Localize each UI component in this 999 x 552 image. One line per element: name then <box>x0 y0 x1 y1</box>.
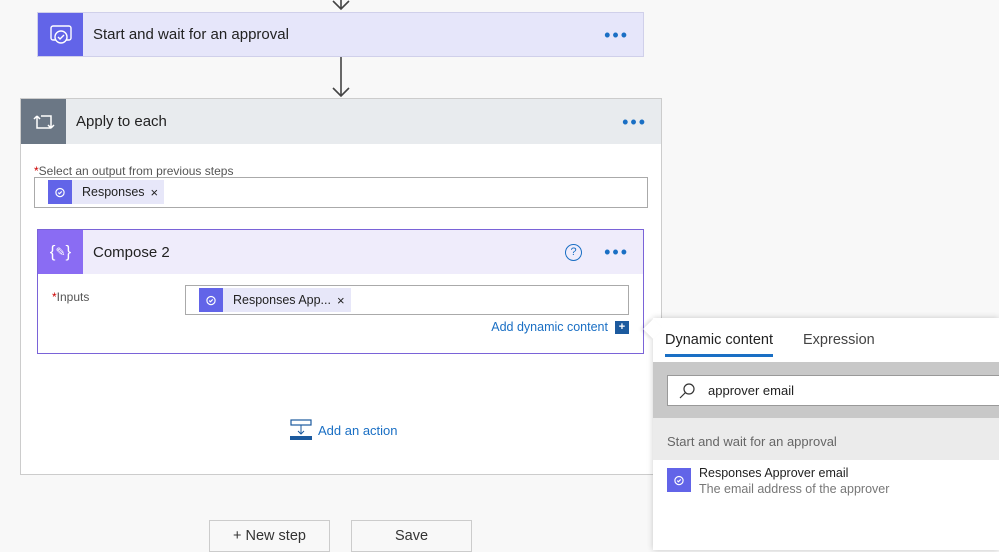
approval-icon <box>667 468 691 492</box>
search-input[interactable]: approver email <box>667 375 999 406</box>
more-options-icon[interactable]: ••• <box>604 243 629 261</box>
compose-card: {✎} Compose 2 ? ••• *Inputs Responses Ap… <box>37 229 644 354</box>
card-title: Start and wait for an approval <box>93 26 289 43</box>
remove-token-icon[interactable]: × <box>337 293 351 308</box>
output-input[interactable]: Responses × <box>34 177 648 208</box>
dynamic-content-panel: Dynamic content Expression approver emai… <box>643 318 999 550</box>
compose-icon: {✎} <box>38 230 83 274</box>
approval-icon <box>48 180 72 204</box>
plus-icon: + <box>615 320 629 334</box>
add-action-button[interactable]: Add an action <box>290 419 398 441</box>
search-icon <box>679 382 695 398</box>
help-icon[interactable]: ? <box>565 243 583 261</box>
token-responses[interactable]: Responses × <box>48 180 165 204</box>
approval-icon <box>199 288 223 312</box>
list-item[interactable]: Responses Approver email The email addre… <box>667 466 889 496</box>
inputs-field[interactable]: Responses App... × <box>185 285 629 315</box>
more-options-icon[interactable]: ••• <box>622 113 647 131</box>
tab-expression[interactable]: Expression <box>803 332 875 348</box>
save-button[interactable]: Save <box>351 520 472 552</box>
loop-icon <box>21 99 66 144</box>
remove-token-icon[interactable]: × <box>151 185 165 200</box>
field-label: Select an output from previous steps <box>38 164 234 178</box>
connector-arrow <box>332 0 350 11</box>
card-title: Apply to each <box>76 113 167 130</box>
more-options-icon[interactable]: ••• <box>604 26 629 44</box>
approval-icon <box>38 13 83 56</box>
add-action-icon <box>290 419 312 440</box>
section-header: Start and wait for an approval <box>653 418 999 460</box>
field-label: Inputs <box>56 290 90 304</box>
connector-arrow <box>332 57 350 98</box>
tab-dynamic-content[interactable]: Dynamic content <box>665 332 773 357</box>
approval-card[interactable]: Start and wait for an approval ••• <box>37 12 644 57</box>
card-title: Compose 2 <box>93 243 170 261</box>
token-responses-approver[interactable]: Responses App... × <box>199 288 351 312</box>
add-dynamic-content-button[interactable]: Add dynamic content + <box>491 320 629 334</box>
new-step-button[interactable]: + New step <box>209 520 330 552</box>
